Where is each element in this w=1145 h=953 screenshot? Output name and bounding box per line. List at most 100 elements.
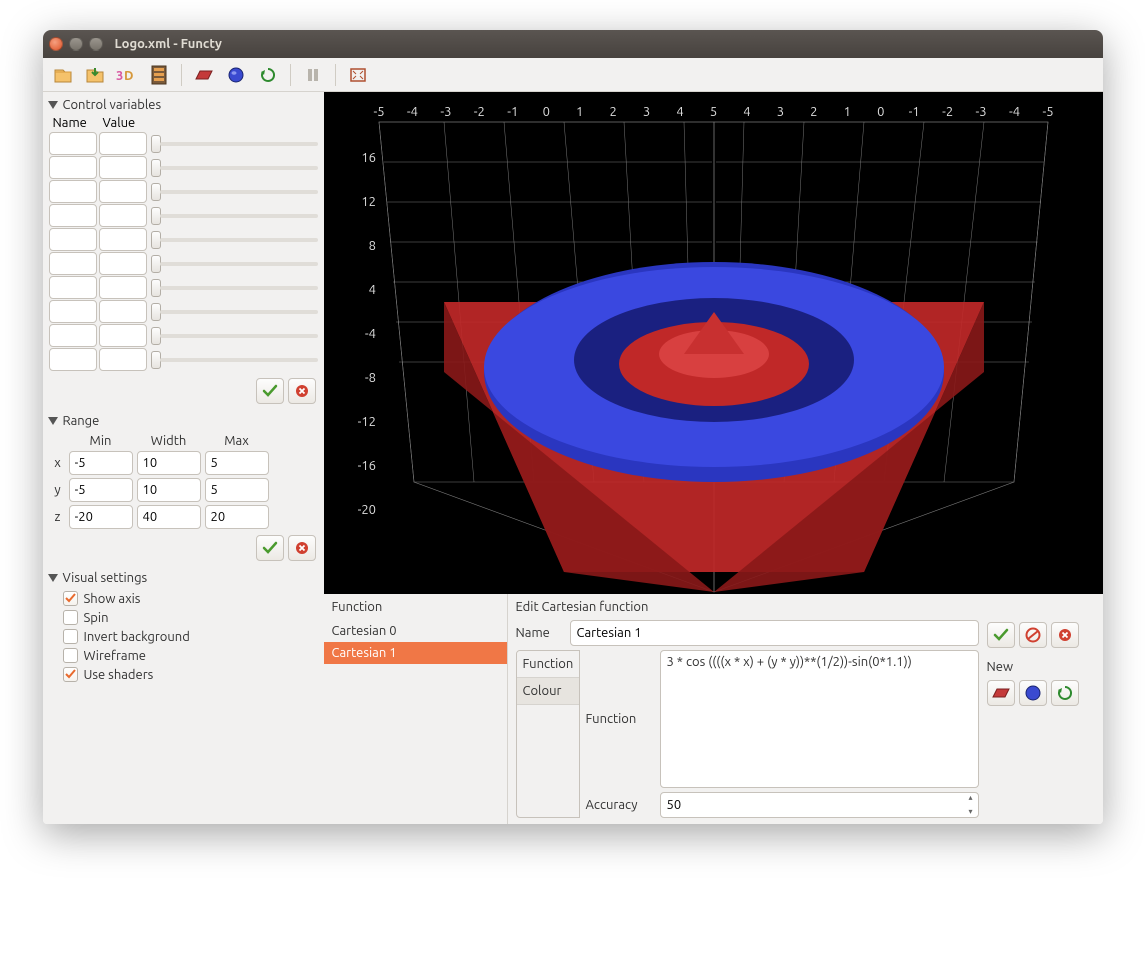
cv-name-input[interactable] xyxy=(49,276,97,299)
function-expression-input[interactable] xyxy=(660,650,979,788)
new-spherical-button[interactable] xyxy=(1019,680,1047,706)
svg-text:D: D xyxy=(124,69,133,83)
accuracy-input[interactable] xyxy=(660,792,979,818)
svg-text:2: 2 xyxy=(810,105,817,119)
cv-value-input[interactable] xyxy=(99,252,147,275)
checkbox[interactable] xyxy=(63,591,78,606)
cv-value-input[interactable] xyxy=(99,324,147,347)
range-z-max[interactable] xyxy=(205,505,269,529)
range-z-width[interactable] xyxy=(137,505,201,529)
cv-name-input[interactable] xyxy=(49,228,97,251)
tab-function[interactable]: Function xyxy=(517,651,579,678)
cv-value-input[interactable] xyxy=(99,276,147,299)
edit-cancel-button[interactable] xyxy=(1051,622,1079,648)
save-icon[interactable] xyxy=(81,62,109,88)
cv-value-input[interactable] xyxy=(99,300,147,323)
visual-option[interactable]: Wireframe xyxy=(49,646,318,665)
cv-name-input[interactable] xyxy=(49,156,97,179)
cv-slider[interactable] xyxy=(149,183,318,201)
visual-option-label: Use shaders xyxy=(84,668,154,682)
open-icon[interactable] xyxy=(49,62,77,88)
function-list-item[interactable]: Cartesian 0 xyxy=(324,620,507,642)
range-x-max[interactable] xyxy=(205,451,269,475)
cv-row xyxy=(49,300,318,323)
3d-viewport[interactable]: -5-4-3-2-101234543210-1-2-3-4-5 161284-4… xyxy=(324,92,1103,594)
svg-text:-5: -5 xyxy=(373,105,384,119)
cv-value-input[interactable] xyxy=(99,180,147,203)
cv-name-input[interactable] xyxy=(49,252,97,275)
rotate-icon[interactable] xyxy=(254,62,282,88)
cv-cancel-button[interactable] xyxy=(288,378,316,404)
cv-apply-button[interactable] xyxy=(256,378,284,404)
visual-option[interactable]: Show axis xyxy=(49,589,318,608)
new-curve-button[interactable] xyxy=(1051,680,1079,706)
new-cartesian-button[interactable] xyxy=(987,680,1015,706)
cv-name-input[interactable] xyxy=(49,324,97,347)
range-apply-button[interactable] xyxy=(256,535,284,561)
visual-option[interactable]: Spin xyxy=(49,608,318,627)
cv-value-input[interactable] xyxy=(99,156,147,179)
checkbox[interactable] xyxy=(63,667,78,682)
cv-slider[interactable] xyxy=(149,303,318,321)
range-z-label: z xyxy=(51,510,65,524)
cv-slider[interactable] xyxy=(149,351,318,369)
cv-slider[interactable] xyxy=(149,279,318,297)
tab-colour[interactable]: Colour xyxy=(517,678,579,705)
cv-value-input[interactable] xyxy=(99,228,147,251)
cv-slider[interactable] xyxy=(149,327,318,345)
cv-row xyxy=(49,204,318,227)
control-variables-header[interactable]: Control variables xyxy=(49,96,318,114)
visual-option[interactable]: Use shaders xyxy=(49,665,318,684)
cv-name-input[interactable] xyxy=(49,300,97,323)
new-label: New xyxy=(987,660,1095,674)
range-x-width[interactable] xyxy=(137,451,201,475)
checkbox[interactable] xyxy=(63,648,78,663)
function-name-input[interactable] xyxy=(570,620,979,646)
export-3d-icon[interactable]: 3D xyxy=(113,62,141,88)
accuracy-label: Accuracy xyxy=(586,798,654,812)
cv-slider[interactable] xyxy=(149,159,318,177)
cv-slider[interactable] xyxy=(149,207,318,225)
cv-value-input[interactable] xyxy=(99,204,147,227)
range-y-min[interactable] xyxy=(69,478,133,502)
edit-no-entry-button[interactable] xyxy=(1019,622,1047,648)
svg-text:-2: -2 xyxy=(942,105,953,119)
pause-icon[interactable] xyxy=(299,62,327,88)
fullscreen-icon[interactable] xyxy=(344,62,372,88)
visual-settings-header[interactable]: Visual settings xyxy=(49,569,318,587)
cv-slider[interactable] xyxy=(149,231,318,249)
checkbox[interactable] xyxy=(63,610,78,625)
range-y-max[interactable] xyxy=(205,478,269,502)
window-close-button[interactable] xyxy=(49,37,63,51)
window-minimize-button[interactable] xyxy=(69,37,83,51)
cv-row xyxy=(49,276,318,299)
cv-name-input[interactable] xyxy=(49,348,97,371)
function-list: Function Cartesian 0Cartesian 1 xyxy=(324,594,508,824)
cv-slider[interactable] xyxy=(149,135,318,153)
plane-icon[interactable] xyxy=(190,62,218,88)
svg-text:-16: -16 xyxy=(357,459,375,473)
edit-apply-button[interactable] xyxy=(987,622,1015,648)
export-animation-icon[interactable] xyxy=(145,62,173,88)
range-x-min[interactable] xyxy=(69,451,133,475)
cv-value-input[interactable] xyxy=(99,348,147,371)
range-y-width[interactable] xyxy=(137,478,201,502)
checkbox[interactable] xyxy=(63,629,78,644)
cv-name-input[interactable] xyxy=(49,180,97,203)
function-list-item[interactable]: Cartesian 1 xyxy=(324,642,507,664)
visual-option[interactable]: Invert background xyxy=(49,627,318,646)
range-header[interactable]: Range xyxy=(49,412,318,430)
window-maximize-button[interactable] xyxy=(89,37,103,51)
cv-name-input[interactable] xyxy=(49,132,97,155)
edit-tabs: Function Colour xyxy=(516,650,580,818)
svg-text:-4: -4 xyxy=(364,327,375,341)
range-cancel-button[interactable] xyxy=(288,535,316,561)
cv-value-input[interactable] xyxy=(99,132,147,155)
cv-slider[interactable] xyxy=(149,255,318,273)
accuracy-spinner[interactable]: ▴▾ xyxy=(965,794,977,816)
sphere-icon[interactable] xyxy=(222,62,250,88)
cv-row xyxy=(49,156,318,179)
range-z-min[interactable] xyxy=(69,505,133,529)
cv-name-input[interactable] xyxy=(49,204,97,227)
window-titlebar: Logo.xml - Functy xyxy=(43,30,1103,58)
